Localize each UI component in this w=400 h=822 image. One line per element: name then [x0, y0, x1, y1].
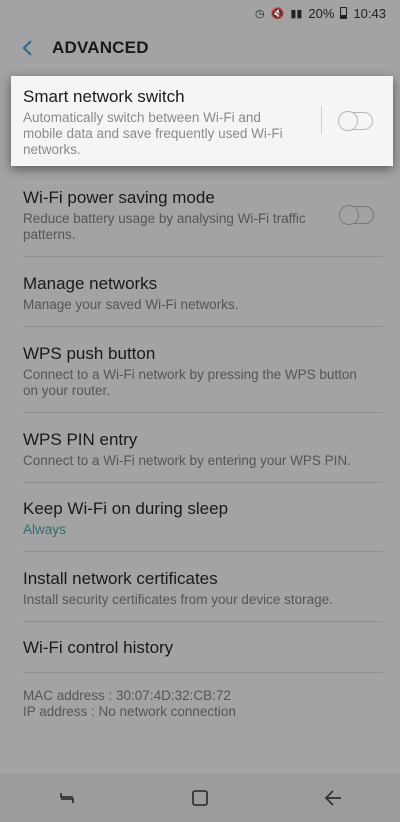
setting-subtitle: Reduce battery usage by analysing Wi-Fi … — [23, 211, 306, 242]
home-icon — [192, 790, 208, 806]
divider — [23, 326, 382, 327]
setting-install-certificates[interactable]: Install network certificates Install sec… — [0, 568, 400, 608]
divider — [23, 551, 382, 552]
divider — [23, 256, 382, 257]
recents-icon — [59, 793, 74, 803]
setting-subtitle: Install security certificates from your … — [23, 592, 333, 607]
status-bar: ◷ 🔇 ▮▮ 20% 10:43 — [0, 0, 400, 26]
smart-switch-title: Smart network switch — [23, 87, 185, 106]
back-button[interactable] — [14, 35, 40, 61]
ip-address: IP address : No network connection — [23, 704, 236, 719]
setting-title: Keep Wi-Fi on during sleep — [23, 499, 229, 518]
setting-subtitle: Manage your saved Wi-Fi networks. — [23, 297, 239, 312]
mac-address: MAC address : 30:07:4D:32:CB:72 — [23, 688, 231, 703]
alarm-icon: ◷ — [255, 7, 265, 20]
toggle-knob — [339, 205, 359, 225]
setting-title: WPS push button — [23, 344, 156, 363]
setting-keep-wifi-sleep[interactable]: Keep Wi-Fi on during sleep Always — [0, 498, 400, 538]
battery-percent: 20% — [308, 5, 335, 21]
setting-title: Install network certificates — [23, 569, 218, 588]
power-saving-toggle[interactable] — [339, 205, 374, 225]
home-button[interactable] — [180, 778, 220, 818]
network-info: MAC address : 30:07:4D:32:CB:72 IP addre… — [23, 688, 236, 720]
app-header: ADVANCED — [0, 28, 400, 68]
signal-icon: ▮▮ — [290, 7, 303, 20]
smart-switch-subtitle: Automatically switch between Wi-Fi and m… — [23, 110, 283, 157]
divider — [23, 412, 382, 413]
divider — [23, 672, 382, 673]
setting-subtitle: Connect to a Wi-Fi network by pressing t… — [23, 367, 357, 398]
setting-title: Wi-Fi power saving mode — [23, 188, 215, 207]
divider — [23, 482, 382, 483]
setting-wifi-control-history[interactable]: Wi-Fi control history — [0, 637, 400, 659]
recents-button[interactable] — [47, 778, 87, 818]
clock: 10:43 — [353, 5, 386, 21]
page-title: ADVANCED — [52, 38, 149, 57]
battery-icon — [340, 7, 348, 19]
divider — [321, 106, 322, 134]
navigation-bar — [0, 774, 400, 822]
setting-title: Manage networks — [23, 274, 158, 293]
setting-value: Always — [23, 522, 66, 537]
smart-network-switch-card[interactable]: Smart network switch Automatically switc… — [11, 76, 393, 166]
setting-manage-networks[interactable]: Manage networks Manage your saved Wi-Fi … — [0, 273, 400, 313]
chevron-left-icon — [22, 40, 32, 56]
setting-title: Wi-Fi control history — [23, 638, 174, 657]
nav-back-button[interactable] — [313, 778, 353, 818]
smart-switch-toggle[interactable] — [338, 111, 373, 131]
toggle-knob — [338, 111, 358, 131]
setting-subtitle: Connect to a Wi-Fi network by entering y… — [23, 453, 351, 468]
setting-title: WPS PIN entry — [23, 430, 138, 449]
mute-icon: 🔇 — [270, 7, 285, 20]
setting-wps-push-button[interactable]: WPS push button Connect to a Wi-Fi netwo… — [0, 343, 400, 399]
divider — [23, 621, 382, 622]
setting-wps-pin-entry[interactable]: WPS PIN entry Connect to a Wi-Fi network… — [0, 429, 400, 469]
back-icon — [325, 790, 342, 806]
